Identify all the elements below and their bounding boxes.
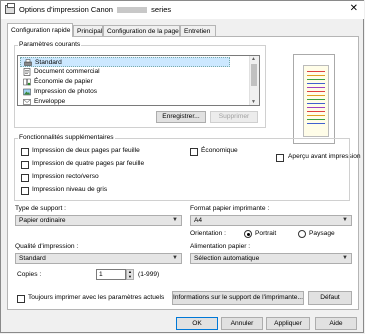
copies-input[interactable]: 1 <box>96 269 126 280</box>
list-item-envelope[interactable]: Enveloppe <box>20 97 230 105</box>
always-print-current-label: Toujours imprimer avec les paramètres ac… <box>28 294 165 301</box>
grayscale-checkbox[interactable] <box>21 187 29 195</box>
tab-main[interactable]: Principal <box>73 25 103 36</box>
paper-source-value: Sélection automatique <box>194 255 260 262</box>
landscape-radio[interactable] <box>298 230 306 238</box>
list-item-photo-printing[interactable]: Impression de photos <box>20 87 230 97</box>
list-item-label: Document commercial <box>34 68 100 75</box>
paper-source-label: Alimentation papier : <box>190 243 251 250</box>
preview-sheet <box>303 65 329 137</box>
settings-listbox[interactable]: Standard Document commercial Économie de… <box>17 55 260 106</box>
print-quality-select[interactable]: Standard ▼ <box>15 253 182 264</box>
copies-range: (1-999) <box>138 271 160 278</box>
paper-saving-icon <box>23 78 31 86</box>
cancel-button[interactable]: Annuler <box>221 317 263 330</box>
tab-maintenance[interactable]: Entretien <box>180 25 216 36</box>
duplex-checkbox[interactable] <box>21 174 29 182</box>
printer-media-info-button[interactable]: Informations sur le support de l'imprima… <box>172 291 304 305</box>
tab-page-setup[interactable]: Configuration de la page <box>103 25 180 36</box>
orientation-label: Orientation : <box>190 230 226 237</box>
additional-features-legend: Fonctionnalités supplémentaires <box>18 134 115 141</box>
chevron-down-icon: ▼ <box>342 255 348 261</box>
print-options-window: Options d'impression Canon series ✕ Conf… <box>0 0 364 333</box>
paper-source-select[interactable]: Sélection automatique ▼ <box>190 253 352 264</box>
paper-size-label: Format papier imprimante : <box>190 205 270 212</box>
list-item-business-document[interactable]: Document commercial <box>20 67 230 77</box>
delete-button[interactable]: Supprimer <box>210 111 258 123</box>
apply-button[interactable]: Appliquer <box>266 317 310 330</box>
list-item-label: Enveloppe <box>34 98 66 105</box>
window-title-prefix: Options d'impression Canon <box>19 5 113 14</box>
scrollbar-thumb[interactable] <box>251 64 257 86</box>
chevron-down-icon: ▼ <box>342 217 348 223</box>
print-quality-label: Qualité d'impression : <box>15 243 79 250</box>
portrait-label: Portrait <box>255 230 277 237</box>
chevron-down-icon: ▼ <box>172 217 178 223</box>
media-type-select[interactable]: Papier ordinaire ▼ <box>15 215 182 226</box>
landscape-label: Paysage <box>309 230 335 237</box>
defaults-button[interactable]: Défaut <box>308 291 352 305</box>
media-type-value: Papier ordinaire <box>19 217 66 224</box>
title-bar: Options d'impression Canon series ✕ <box>1 1 364 19</box>
copies-label: Copies : <box>17 271 42 278</box>
duplex-label: Impression recto/verso <box>32 173 99 180</box>
printer-icon <box>24 59 32 66</box>
scroll-down-icon[interactable]: ▼ <box>251 99 256 105</box>
redacted-model-name <box>117 7 148 14</box>
save-button[interactable]: Enregistrer... <box>156 111 206 123</box>
envelope-icon <box>23 99 31 105</box>
printer-app-icon <box>5 3 15 14</box>
media-type-label: Type de support : <box>15 205 66 212</box>
paper-size-select[interactable]: A4 ▼ <box>190 215 352 226</box>
spin-down-icon[interactable]: ▼ <box>128 274 132 279</box>
scroll-up-icon[interactable]: ▲ <box>251 56 256 62</box>
list-item-label: Impression de photos <box>34 88 98 95</box>
four-pages-label: Impression de quatre pages par feuille <box>32 160 145 167</box>
copies-stepper[interactable]: ▲ ▼ <box>126 269 134 280</box>
document-icon <box>23 68 31 76</box>
chevron-down-icon: ▼ <box>172 255 178 261</box>
window-title-suffix: series <box>151 5 172 14</box>
list-scrollbar[interactable]: ▲ ▼ <box>249 56 259 105</box>
ok-button[interactable]: OK <box>176 317 218 330</box>
photo-icon <box>23 88 31 96</box>
portrait-radio[interactable] <box>244 230 252 238</box>
window-title: Options d'impression Canon series <box>19 5 171 14</box>
list-item-label: Économie de papier <box>34 78 93 85</box>
quick-setup-panel: Paramètres courants Standard Document co… <box>7 36 361 310</box>
print-quality-value: Standard <box>19 255 46 262</box>
grayscale-label: Impression niveau de gris <box>32 186 108 193</box>
always-print-current-checkbox[interactable] <box>17 295 25 303</box>
help-button[interactable]: Aide <box>315 317 357 330</box>
list-item-standard[interactable]: Standard <box>20 57 230 67</box>
paper-preview <box>293 54 335 144</box>
economy-label: Économique <box>201 147 238 154</box>
two-pages-checkbox[interactable] <box>21 148 29 156</box>
two-pages-label: Impression de deux pages par feuille <box>32 147 140 154</box>
paper-size-value: A4 <box>194 217 203 224</box>
tab-quick-setup[interactable]: Configuration rapide <box>7 23 73 37</box>
current-settings-legend: Paramètres courants <box>18 41 82 48</box>
four-pages-checkbox[interactable] <box>21 161 29 169</box>
economy-checkbox[interactable] <box>190 148 198 156</box>
list-item-label: Standard <box>35 59 62 66</box>
close-icon[interactable]: ✕ <box>350 3 358 14</box>
list-item-paper-saving[interactable]: Économie de papier <box>20 77 230 87</box>
